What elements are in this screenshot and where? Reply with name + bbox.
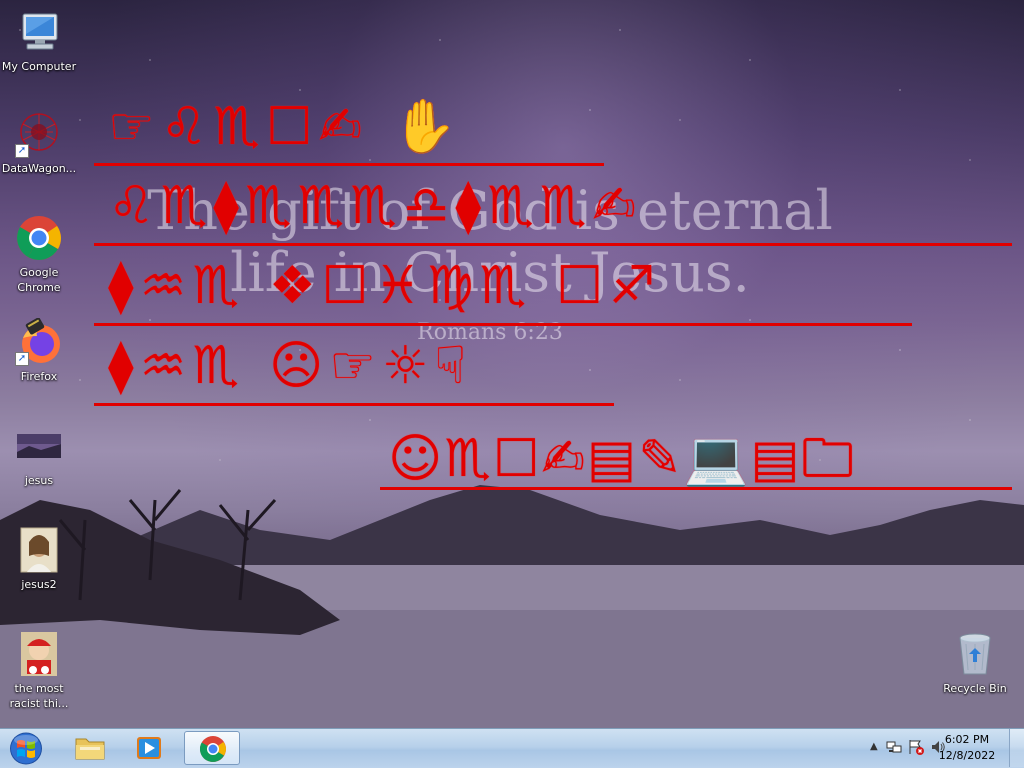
desktop-icon-label: jesus — [24, 474, 54, 487]
desktop-icon-google-chrome[interactable]: Google Chrome — [1, 214, 77, 295]
windows-orb-icon — [10, 732, 42, 765]
taskbar-explorer-button[interactable] — [62, 731, 118, 765]
overlay-rule-3 — [94, 323, 912, 326]
desktop-icon-jesus[interactable]: jesus — [1, 422, 77, 488]
datawagon-icon: ➚ — [15, 110, 63, 158]
desktop-icon-label: Google Chrome — [17, 266, 61, 294]
desktop-background[interactable]: The gift of God is eternal life in Chris… — [0, 0, 1024, 728]
desktop-icon-datawagon[interactable]: ➚ DataWagon... — [1, 110, 77, 176]
image-thumbnail-icon — [15, 422, 63, 470]
desktop-icon-jesus2[interactable]: jesus2 — [1, 526, 77, 592]
chrome-icon — [199, 736, 226, 762]
desktop-icon-firefox[interactable]: ➚ Firefox — [1, 317, 77, 384]
overlay-glyph-line-3: ⧫♒♏ ❖☐♓♍♏ ☐♐ — [108, 256, 662, 316]
image-thumbnail-icon — [15, 630, 63, 678]
desktop-icon-label: My Computer — [1, 60, 77, 73]
desktop-icon-label: jesus2 — [21, 578, 57, 591]
taskbar-media-player-button[interactable] — [121, 731, 177, 765]
desktop-icon-label: DataWagon... — [1, 162, 77, 175]
system-tray: ▲ 6:02 PM 12/8/2022 — [844, 729, 1024, 767]
taskbar: ▲ 6:02 PM 12/8/2022 — [0, 728, 1024, 768]
folder-icon — [75, 738, 105, 760]
media-player-icon — [137, 737, 161, 759]
start-button[interactable] — [6, 730, 46, 767]
overlay-rule-1 — [94, 163, 604, 166]
desktop-icon-label: Firefox — [20, 370, 58, 383]
network-icon[interactable] — [886, 739, 902, 759]
desktop-icon-my-computer[interactable]: My Computer — [1, 8, 77, 74]
show-desktop-button[interactable] — [1009, 729, 1024, 767]
overlay-rule-5 — [380, 487, 1012, 490]
overlay-glyph-line-2: ♌♏⧫♏♏♏♎⧫♏♏✍ — [108, 176, 642, 236]
shortcut-arrow-icon: ➚ — [15, 144, 29, 158]
action-center-icon[interactable] — [908, 739, 924, 759]
taskbar-chrome-button[interactable] — [184, 731, 240, 765]
taskbar-clock[interactable]: 6:02 PM 12/8/2022 — [932, 732, 1002, 764]
desktop-icon-label: Recycle Bin — [943, 682, 1007, 695]
desktop-icon-recycle-bin[interactable]: Recycle Bin — [937, 630, 1013, 696]
overlay-glyph-line-5: ☺♏☐✍▤✎💻▤🗀 — [388, 429, 856, 489]
clock-time: 6:02 PM — [944, 733, 990, 746]
recycle-bin-icon — [951, 630, 999, 678]
firefox-icon: ➚ — [15, 317, 63, 366]
desktop-icon-the-most-racist[interactable]: the most racist thi... — [1, 630, 77, 711]
overlay-rule-4 — [94, 403, 614, 406]
show-hidden-icons-icon[interactable]: ▲ — [870, 741, 878, 752]
clock-date: 12/8/2022 — [938, 749, 996, 762]
computer-icon — [15, 8, 63, 56]
desktop-icon-label: the most racist thi... — [9, 682, 69, 710]
image-thumbnail-icon — [15, 526, 63, 574]
overlay-rule-2 — [94, 243, 1012, 246]
shortcut-arrow-icon: ➚ — [15, 352, 29, 366]
chrome-icon — [15, 214, 63, 262]
overlay-glyph-line-4: ⧫♒♏ ☹☞☼☟ — [108, 336, 473, 396]
overlay-glyph-line-1: ☞♌♏☐✍ ✋ — [108, 97, 463, 157]
